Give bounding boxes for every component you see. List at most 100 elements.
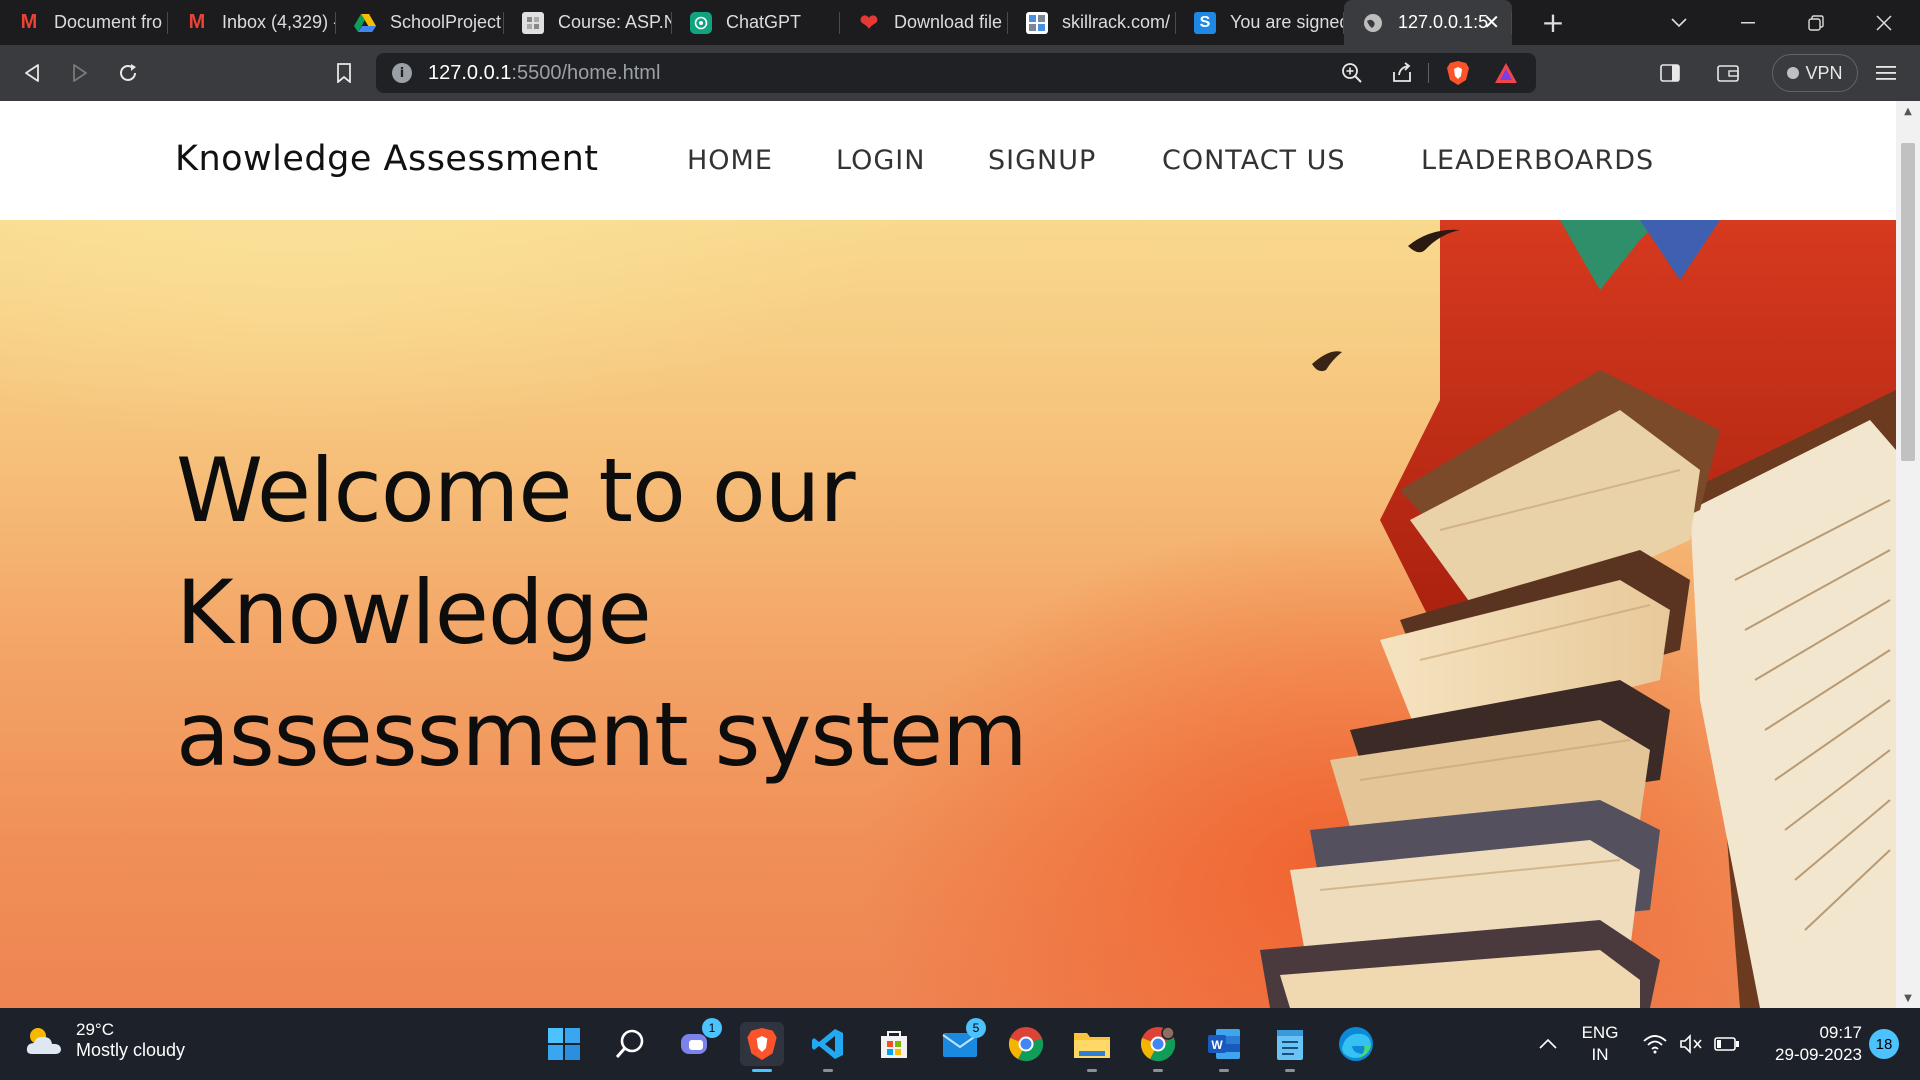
brave-browser-taskbar[interactable] — [740, 1022, 784, 1072]
s-letter-icon: S — [1194, 11, 1216, 34]
store-taskbar[interactable] — [872, 1022, 916, 1066]
tab-signed-in[interactable]: S You are signed — [1176, 0, 1344, 45]
new-tab-button[interactable]: + — [1530, 0, 1576, 45]
brave-shields-icon[interactable] — [1444, 59, 1472, 87]
notepad-taskbar[interactable] — [1268, 1022, 1312, 1072]
chrome-icon — [1008, 1027, 1044, 1062]
clock-date: 29-09-2023 — [1775, 1045, 1862, 1064]
tab-document[interactable]: M Document fro — [0, 0, 168, 45]
brave-rewards-icon[interactable] — [1492, 59, 1520, 87]
tab-skillrack[interactable]: skillrack.com/ — [1008, 0, 1176, 45]
globe-icon — [1362, 12, 1384, 34]
running-app-indicator — [1153, 1069, 1163, 1072]
mail-taskbar[interactable]: 5 — [938, 1018, 986, 1066]
tab-schoolproject[interactable]: SchoolProject — [336, 0, 504, 45]
restore-button[interactable] — [1792, 0, 1840, 45]
vscode-taskbar[interactable] — [806, 1022, 850, 1072]
show-hidden-icons-button[interactable] — [1530, 1008, 1566, 1080]
hero-title: Welcome to our Knowledge assessment syst… — [176, 439, 1028, 786]
volume-muted-icon[interactable] — [1676, 1008, 1706, 1080]
tab-chatgpt[interactable]: ChatGPT — [672, 0, 840, 45]
file-explorer-taskbar[interactable] — [1070, 1022, 1114, 1072]
lang-region: IN — [1591, 1045, 1609, 1064]
url-text[interactable]: 127.0.0.1:5500/home.html — [428, 62, 660, 85]
google-drive-icon — [354, 12, 376, 34]
site-brand[interactable]: Knowledge Assessment — [175, 139, 598, 179]
windows-taskbar: 29°C Mostly cloudy 1 5 W ENG IN 09:17 29… — [0, 1008, 1920, 1080]
page-scrollbar[interactable]: ▲ ▼ — [1896, 101, 1920, 1008]
url-divider — [1428, 63, 1429, 83]
word-icon: W — [1208, 1029, 1240, 1059]
tab-title: Document fro — [54, 12, 163, 32]
close-window-button[interactable] — [1860, 0, 1908, 45]
brave-icon — [747, 1028, 777, 1060]
tab-download[interactable]: ❤ Download file — [840, 0, 1008, 45]
nav-leaderboards[interactable]: LEADERBOARDS — [1421, 145, 1654, 176]
vpn-button[interactable]: VPN — [1772, 54, 1858, 92]
scroll-up-arrow[interactable]: ▲ — [1896, 101, 1920, 121]
notification-center-button[interactable]: 18 — [1864, 1008, 1904, 1080]
running-app-indicator — [1285, 1069, 1295, 1072]
tab-course[interactable]: Course: ASP.N — [504, 0, 672, 45]
site-info-icon[interactable]: i — [392, 63, 412, 83]
address-bar[interactable]: i 127.0.0.1:5500/home.html — [376, 53, 1536, 93]
notification-count-badge: 18 — [1869, 1029, 1899, 1059]
nav-signup[interactable]: SIGNUP — [988, 145, 1096, 176]
close-tab-icon[interactable]: ✕ — [1483, 10, 1500, 35]
search-button[interactable] — [608, 1022, 652, 1066]
back-button[interactable] — [12, 45, 52, 101]
teams-chat-button[interactable]: 1 — [674, 1018, 722, 1066]
notepad-icon — [1277, 1030, 1303, 1060]
share-icon[interactable] — [1388, 59, 1416, 87]
battery-icon[interactable] — [1712, 1008, 1742, 1080]
nav-contact-us[interactable]: CONTACT US — [1162, 145, 1346, 176]
tab-inbox[interactable]: M Inbox (4,329) - — [168, 0, 336, 45]
bookmark-icon[interactable] — [324, 45, 364, 101]
edge-icon — [1339, 1027, 1373, 1061]
word-taskbar[interactable]: W — [1202, 1022, 1246, 1072]
gmail-icon: M — [188, 11, 206, 33]
skillrack-icon — [1026, 11, 1048, 34]
nav-home[interactable]: HOME — [687, 145, 773, 176]
folder-icon — [1074, 1033, 1110, 1058]
chrome-profile-taskbar[interactable] — [1136, 1022, 1180, 1072]
start-button[interactable] — [542, 1022, 586, 1066]
tab-title: 127.0.0.1:5 — [1398, 12, 1489, 32]
running-app-indicator — [1219, 1069, 1229, 1072]
clock[interactable]: 09:17 29-09-2023 — [1752, 1008, 1862, 1080]
minimize-button[interactable] — [1724, 0, 1772, 45]
clock-time: 09:17 — [1819, 1023, 1862, 1042]
weather-desc: Mostly cloudy — [76, 1040, 186, 1060]
wifi-icon[interactable] — [1640, 1008, 1670, 1080]
scrollbar-thumb[interactable] — [1901, 143, 1915, 461]
weather-widget[interactable]: 29°C Mostly cloudy — [24, 1020, 185, 1061]
reload-button[interactable] — [108, 45, 148, 101]
hamburger-menu-icon[interactable] — [1866, 45, 1906, 101]
forward-button[interactable] — [60, 45, 100, 101]
language-indicator[interactable]: ENG IN — [1572, 1008, 1628, 1080]
svg-text:W: W — [1211, 1038, 1223, 1052]
wallet-icon[interactable] — [1708, 45, 1748, 101]
scroll-down-arrow[interactable]: ▼ — [1896, 988, 1920, 1008]
edge-taskbar[interactable] — [1334, 1022, 1378, 1066]
sidebar-toggle-icon[interactable] — [1650, 45, 1690, 101]
tab-title: Course: ASP.N — [558, 12, 672, 32]
cloudy-weather-icon — [26, 1027, 61, 1054]
url-host: 127.0.0.1 — [428, 62, 512, 84]
page-viewport: Knowledge Assessment HOME LOGIN SIGNUP C… — [0, 101, 1896, 1008]
chrome-taskbar[interactable] — [1004, 1022, 1048, 1066]
nav-login[interactable]: LOGIN — [836, 145, 925, 176]
mail-badge: 5 — [966, 1018, 986, 1038]
tab-title: Download file — [894, 12, 1003, 32]
running-app-indicator — [823, 1069, 833, 1072]
teams-badge: 1 — [702, 1018, 722, 1038]
tab-title: Inbox (4,329) - — [222, 12, 336, 32]
chevron-down-icon[interactable] — [1656, 0, 1702, 45]
course-page-icon — [522, 11, 544, 34]
site-header: Knowledge Assessment HOME LOGIN SIGNUP C… — [0, 101, 1896, 220]
microsoft-store-icon — [881, 1031, 907, 1058]
tab-localhost-active[interactable]: 127.0.0.1:5 ✕ — [1344, 0, 1512, 45]
zoom-icon[interactable] — [1338, 59, 1366, 87]
active-app-indicator — [752, 1069, 772, 1072]
browser-tab-bar: M Document fro M Inbox (4,329) - SchoolP… — [0, 0, 1920, 45]
